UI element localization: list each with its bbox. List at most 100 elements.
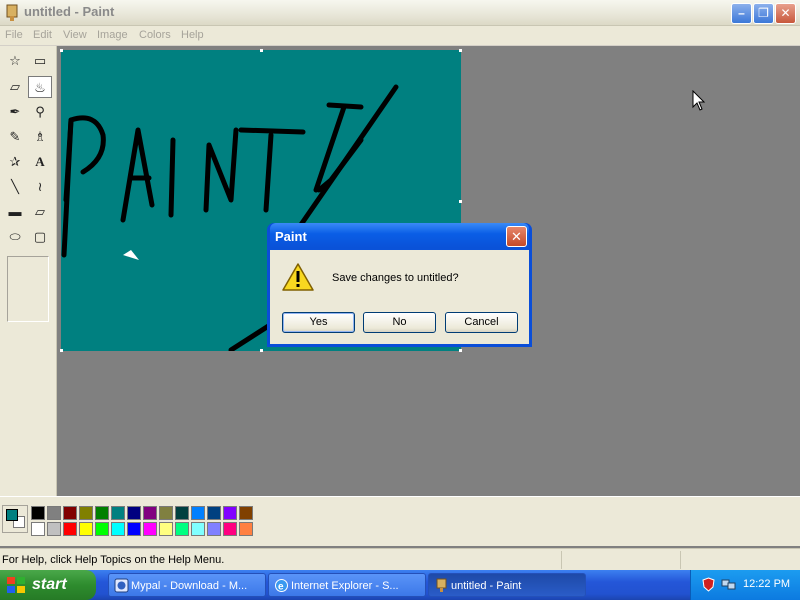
restore-button[interactable]: ❐ <box>753 3 774 24</box>
color-swatch[interactable] <box>47 522 61 536</box>
color-swatch[interactable] <box>127 522 141 536</box>
dialog-message: Save changes to untitled? <box>332 272 459 284</box>
menu-colors[interactable]: Colors <box>139 29 171 41</box>
system-tray: 12:22 PM <box>690 570 800 600</box>
taskbar-item-mypal[interactable]: Mypal - Download - M... <box>108 573 266 597</box>
color-swatch[interactable] <box>111 522 125 536</box>
warning-icon <box>282 263 314 291</box>
taskbar-item-internet-explorer[interactable]: e Internet Explorer - S... <box>268 573 426 597</box>
menu-image[interactable]: Image <box>97 29 128 41</box>
mypal-icon <box>114 578 129 593</box>
color-swatch[interactable] <box>47 506 61 520</box>
magnifier-icon[interactable]: ⚲ <box>28 101 52 123</box>
status-bar: For Help, click Help Topics on the Help … <box>0 548 800 570</box>
color-swatch[interactable] <box>31 506 45 520</box>
color-swatch[interactable] <box>239 522 253 536</box>
cancel-button[interactable]: Cancel <box>445 312 518 333</box>
menu-bar: File Edit View Image Colors Help <box>0 26 800 46</box>
polygon-icon[interactable]: ▱ <box>28 201 52 223</box>
no-button[interactable]: No <box>363 312 436 333</box>
dialog-title: Paint <box>275 229 307 244</box>
close-button[interactable]: ✕ <box>775 3 796 24</box>
minimize-button[interactable]: – <box>731 3 752 24</box>
menu-edit[interactable]: Edit <box>33 29 52 41</box>
resize-handle <box>60 349 63 352</box>
taskbar-item-label: Internet Explorer - S... <box>291 580 399 592</box>
color-swatch[interactable] <box>207 522 221 536</box>
color-swatch[interactable] <box>63 522 77 536</box>
color-palette <box>0 496 800 546</box>
color-swatch[interactable] <box>95 522 109 536</box>
save-changes-dialog: Paint ✕ Save changes to untitled? Yes No… <box>267 223 532 347</box>
rounded-rectangle-icon[interactable]: ▢ <box>28 226 52 248</box>
title-bar: untitled - Paint – ❐ ✕ <box>0 0 800 26</box>
menu-help[interactable]: Help <box>181 29 204 41</box>
svg-text:e: e <box>278 582 284 593</box>
taskbar-item-paint[interactable]: untitled - Paint <box>428 573 586 597</box>
color-swatch[interactable] <box>207 506 221 520</box>
window-title: untitled - Paint <box>24 4 115 19</box>
yes-button[interactable]: Yes <box>282 312 355 333</box>
taskbar: start Mypal - Download - M... e Internet… <box>0 570 800 600</box>
pencil-icon[interactable]: ✎ <box>3 126 27 148</box>
resize-handle[interactable] <box>459 349 462 352</box>
paint-app-icon <box>436 578 447 592</box>
taskbar-clock: 12:22 PM <box>743 578 791 590</box>
taskbar-item-label: untitled - Paint <box>451 580 522 592</box>
color-swatch[interactable] <box>223 522 237 536</box>
eraser-icon[interactable]: ▱ <box>3 76 27 98</box>
color-swatch[interactable] <box>175 522 189 536</box>
airbrush-icon[interactable]: ✰ <box>3 151 27 173</box>
start-label: start <box>32 576 67 593</box>
line-icon[interactable]: ╲ <box>3 176 27 198</box>
windows-flag-icon <box>7 577 25 593</box>
start-button[interactable]: start <box>0 570 96 600</box>
resize-handle <box>459 49 462 52</box>
dialog-close-button[interactable]: ✕ <box>506 226 527 247</box>
pick-color-icon[interactable]: ✒ <box>3 101 27 123</box>
resize-handle[interactable] <box>260 349 263 352</box>
rect-select-icon[interactable]: ▭ <box>28 50 52 72</box>
resize-handle <box>260 49 263 52</box>
paint-app-icon <box>6 4 18 21</box>
color-swatch[interactable] <box>143 522 157 536</box>
brush-icon[interactable]: ♗ <box>28 126 52 148</box>
color-swatch[interactable] <box>191 506 205 520</box>
color-swatch[interactable] <box>127 506 141 520</box>
status-help-text: For Help, click Help Topics on the Help … <box>2 554 225 566</box>
internet-explorer-icon: e <box>275 579 288 593</box>
color-swatch[interactable] <box>175 506 189 520</box>
network-icon[interactable] <box>721 577 736 592</box>
taskbar-item-label: Mypal - Download - M... <box>131 580 248 592</box>
color-swatch[interactable] <box>95 506 109 520</box>
color-swatch[interactable] <box>79 506 93 520</box>
curve-icon[interactable]: ≀ <box>28 176 52 198</box>
foreground-color[interactable] <box>6 509 18 521</box>
resize-handle[interactable] <box>459 200 462 203</box>
color-swatch[interactable] <box>31 522 45 536</box>
fill-with-color-icon[interactable]: ♨ <box>28 76 52 98</box>
free-form-select-icon[interactable]: ☆ <box>3 50 27 72</box>
ellipse-icon[interactable]: ⬭ <box>3 226 27 248</box>
text-tool-icon[interactable]: A <box>28 151 52 173</box>
rectangle-icon[interactable]: ▬ <box>3 201 27 223</box>
color-swatch[interactable] <box>79 522 93 536</box>
current-colors-box[interactable] <box>2 505 28 533</box>
dialog-body: Save changes to untitled? Yes No Cancel <box>270 250 529 344</box>
shield-icon[interactable] <box>701 577 716 592</box>
menu-view[interactable]: View <box>63 29 87 41</box>
tool-box: ☆ ▭ ▱ ♨ ✒ ⚲ ✎ ♗ ✰ A ╲ ≀ ▬ ▱ ⬭ ▢ <box>0 46 57 496</box>
color-swatch[interactable] <box>143 506 157 520</box>
status-pane-size <box>680 551 800 569</box>
color-swatch[interactable] <box>223 506 237 520</box>
color-swatch[interactable] <box>159 522 173 536</box>
color-swatch[interactable] <box>159 506 173 520</box>
color-swatch[interactable] <box>63 506 77 520</box>
menu-file[interactable]: File <box>5 29 23 41</box>
color-swatch[interactable] <box>191 522 205 536</box>
tool-options-box[interactable] <box>7 256 49 322</box>
status-pane-coordinates <box>561 551 679 569</box>
color-swatch[interactable] <box>111 506 125 520</box>
color-swatch[interactable] <box>239 506 253 520</box>
mouse-cursor-icon <box>692 90 706 111</box>
